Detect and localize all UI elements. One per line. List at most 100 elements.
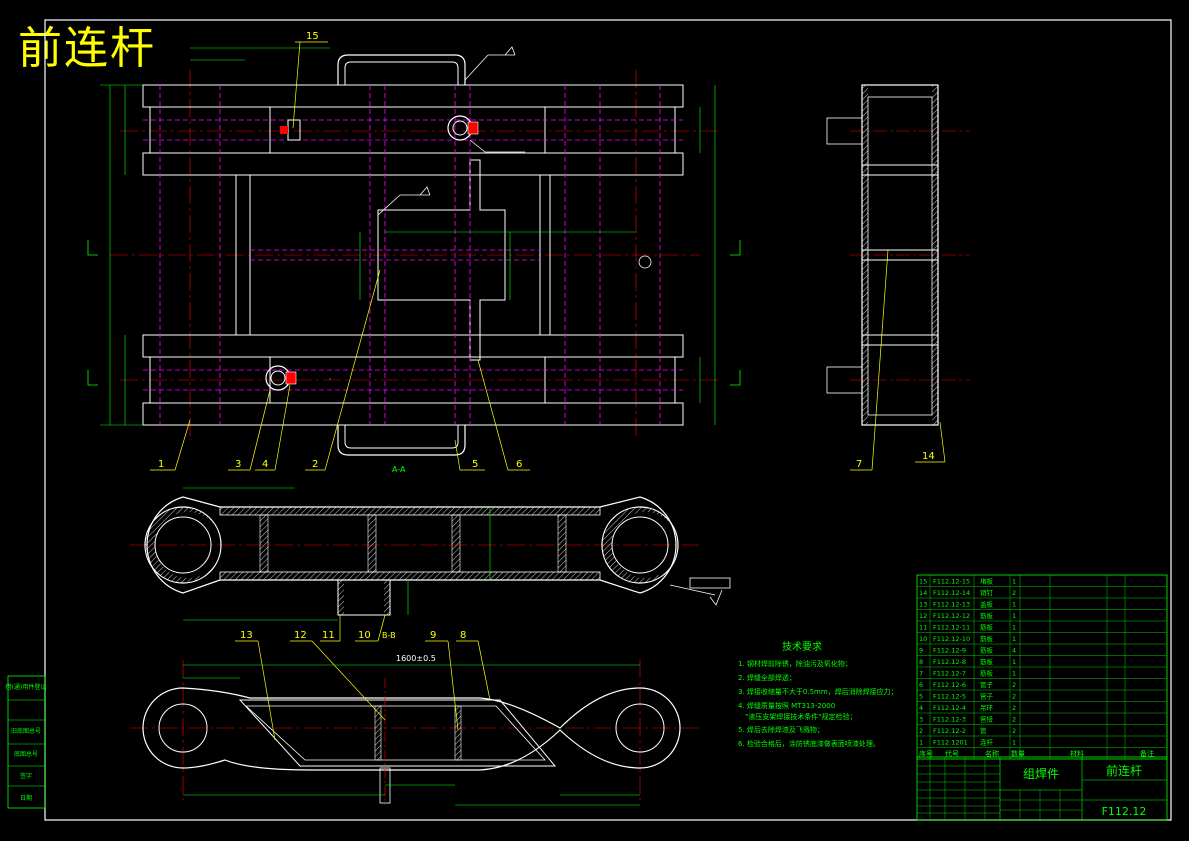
bom-cell-no: 7	[919, 670, 923, 678]
bom-cell-no: 11	[919, 624, 927, 632]
tech-item: "液压支架焊接技术条件"规定检验；	[745, 712, 856, 721]
bom-cell-name: 筋板	[980, 634, 994, 643]
bom-cell-code: F112.12-4	[933, 704, 966, 712]
bom-cell-qty: 1	[1012, 601, 1016, 609]
callout-3: 3	[235, 459, 241, 470]
bom-cell-no: 9	[919, 647, 923, 655]
bom-cell-qty: 1	[1012, 578, 1016, 586]
tech-item: 3. 焊接收缩量不大于0.5mm，焊后消除焊接应力；	[738, 687, 898, 696]
bom-cell-qty: 4	[1012, 647, 1016, 655]
side-view	[826, 84, 970, 426]
bom-cell-qty: 2	[1012, 589, 1016, 597]
bom-cell-no: 10	[919, 635, 927, 643]
callout-10: 10	[358, 630, 371, 641]
bom-cell-no: 12	[919, 612, 927, 620]
bom-cell-no: 3	[919, 716, 923, 724]
bom-cell-no: 1	[919, 739, 923, 747]
bottom-callout-labels: 13 12 11 10 9 8	[240, 630, 466, 641]
bom-cell-name: 筋板	[980, 623, 994, 632]
strip-label: 旧底图总号	[11, 727, 41, 735]
assembly-label: 组焊件	[1023, 766, 1059, 781]
bom-cell-no: 6	[919, 681, 923, 689]
bom-table: 15 F112.12-15 堵板 114 F112.12-14 销钉 213 F112.12-…	[916, 574, 1168, 760]
bom-cell-name: 管子	[980, 680, 994, 689]
callout-5: 5	[472, 459, 478, 470]
bom-cell-code: F112.12-10	[933, 635, 970, 643]
bom-cell-no: 5	[919, 693, 923, 701]
bom-cell-qty: 2	[1012, 727, 1016, 735]
bom-cell-code: F112.12-9	[933, 647, 966, 655]
callout-4: 4	[262, 459, 268, 470]
callout-12: 12	[294, 630, 307, 641]
tech-item: 6. 检验合格后，涂防锈底漆做表面喷漆处理。	[738, 739, 880, 748]
callout-1: 1	[158, 459, 164, 470]
bom-cell-code: F112.12-14	[933, 589, 970, 597]
bom-cell-qty: 1	[1012, 739, 1016, 747]
bom-cell-code: F112.1201	[933, 739, 968, 747]
bom-cell-name: 吊环	[980, 704, 994, 712]
strip-label: 底图总号	[14, 750, 38, 758]
bom-cell-name: 管接	[980, 715, 994, 724]
bom-cell-name: 销钉	[980, 588, 994, 597]
bom-cell-code: F112.12-5	[933, 693, 966, 701]
drawing-number: F112.12	[1102, 805, 1147, 818]
bom-cell-code: F112.12-6	[933, 681, 966, 689]
bom-cell-qty: 1	[1012, 612, 1016, 620]
section-label-a-a: A-A	[392, 465, 406, 474]
bom-cell-code: F112.12-8	[933, 658, 966, 666]
bottom-view: 1600±0.5	[130, 654, 700, 806]
bom-cell-code: F112.12-13	[933, 601, 970, 609]
top-view: A-A	[87, 46, 741, 474]
bom-cell-qty: 2	[1012, 693, 1016, 701]
bom-cell-qty: 2	[1012, 716, 1016, 724]
bom-cell-name: 筋板	[980, 611, 994, 620]
overall-length-dimension: 1600±0.5	[396, 654, 436, 663]
tech-item: 2. 焊缝全部焊透；	[738, 673, 796, 682]
bom-cell-name: 筋板	[980, 646, 994, 655]
callout-7: 7	[856, 459, 862, 470]
left-strip: 借(通)用件登记 旧底图总号 底图总号 签字 日期	[6, 675, 47, 809]
strip-label: 借(通)用件登记	[6, 683, 47, 691]
bom-cell-name: 盖板	[980, 600, 994, 609]
callout-11: 11	[322, 630, 335, 641]
bom-cell-code: F112.12-15	[933, 578, 970, 586]
bom-cell-name: 管	[980, 726, 987, 735]
strip-label: 签字	[20, 772, 32, 780]
bom-cell-no: 14	[919, 589, 927, 597]
bom-cell-no: 2	[919, 727, 923, 735]
bom-cell-qty: 1	[1012, 624, 1016, 632]
callout-9: 9	[430, 630, 436, 641]
part-name: 前连杆	[1106, 763, 1142, 778]
callout-6: 6	[516, 459, 522, 470]
section-view: B-B	[130, 487, 731, 640]
tech-requirements: 技术要求 1. 钢材焊前除锈，除油污及氧化物； 2. 焊缝全部焊透； 3. 焊接…	[738, 640, 898, 748]
bom-cell-code: F112.12-12	[933, 612, 970, 620]
callout-8: 8	[460, 630, 466, 641]
drawing-sheet: 借(通)用件登记 旧底图总号 底图总号 签字 日期 A-A 15 1 3 4 2…	[6, 19, 1172, 821]
tech-item: 5. 焊后去除焊渣及飞溅物；	[738, 725, 824, 734]
top-view-callout-labels: 15 1 3 4 2 5 6 7 14	[158, 31, 935, 470]
top-view-callouts	[150, 41, 946, 471]
bom-cell-no: 8	[919, 658, 923, 666]
bom-cell-no: 15	[919, 578, 927, 586]
bom-cell-code: F112.12-3	[933, 716, 966, 724]
bom-cell-qty: 1	[1012, 670, 1016, 678]
callout-14: 14	[922, 451, 935, 462]
tech-requirements-heading: 技术要求	[782, 640, 822, 653]
bom-cell-code: F112.12-11	[933, 624, 970, 632]
bom-cell-qty: 2	[1012, 704, 1016, 712]
tech-item: 1. 钢材焊前除锈，除油污及氧化物；	[738, 659, 852, 668]
callout-15: 15	[306, 31, 319, 42]
bom-cell-qty: 2	[1012, 681, 1016, 689]
callout-2: 2	[312, 459, 318, 470]
tech-item: 4. 焊缝质量按照 MT313-2000	[738, 701, 835, 710]
title-block: 组焊件 前连杆 F112.12	[916, 756, 1168, 821]
section-label-b-b: B-B	[382, 631, 396, 640]
strip-label: 日期	[20, 794, 32, 802]
bom-cell-name: 管子	[980, 692, 994, 701]
bom-cell-name: 筋板	[980, 669, 994, 678]
bom-cell-no: 4	[919, 704, 923, 712]
bom-cell-name: 连杆	[980, 738, 994, 747]
bom-cell-code: F112.12-2	[933, 727, 966, 735]
bom-cell-code: F112.12-7	[933, 670, 966, 678]
